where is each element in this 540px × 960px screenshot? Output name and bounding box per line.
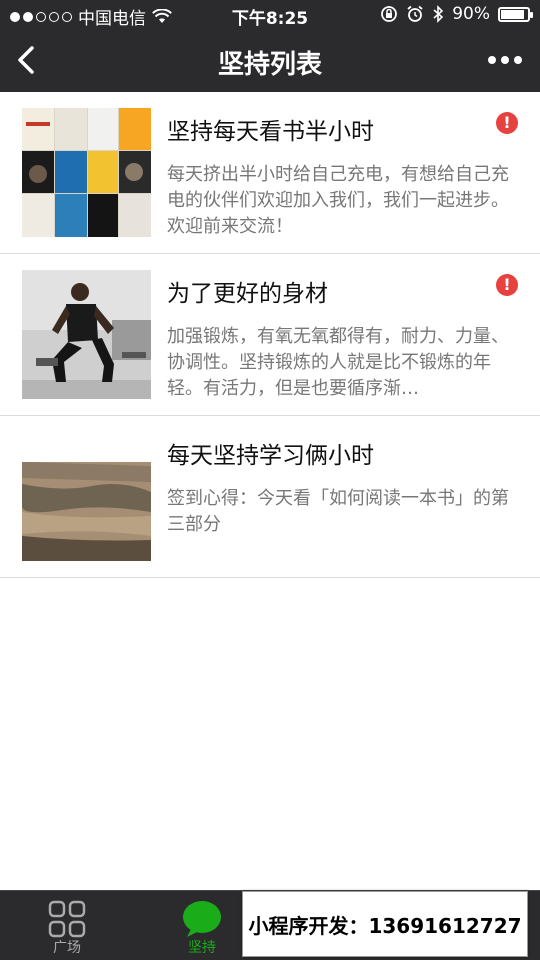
navigation-bar: 坚持列表 (0, 30, 540, 92)
alert-icon: ! (496, 274, 518, 296)
item-title: 坚持每天看书半小时 (167, 119, 374, 145)
item-title: 每天坚持学习俩小时 (167, 443, 374, 469)
list-item[interactable]: 每天坚持学习俩小时 签到心得：今天看「如何阅读一本书」的第三部分 (0, 416, 540, 578)
item-description: 每天挤出半小时给自己充电，有想给自己充电的伙伴们欢迎加入我们，我们一起进步。欢迎… (167, 164, 509, 237)
list-item[interactable]: 为了更好的身材 ! 加强锻炼，有氧无氧都得有，耐力、力量、协调性。坚持锻炼的人就… (0, 254, 540, 416)
orientation-lock-icon (381, 6, 398, 22)
persistence-list: 坚持每天看书半小时 ! 每天挤出半小时给自己充电，有想给自己充电的伙伴们欢迎加入… (0, 92, 540, 578)
top-bar: 中国电信 下午8:25 90% 坚持列表 (0, 0, 540, 92)
alert-icon: ! (496, 112, 518, 134)
fitness-thumbnail (22, 270, 151, 399)
books-thumbnail (22, 108, 151, 237)
page-title: 坚持列表 (217, 50, 322, 80)
item-description: 签到心得：今天看「如何阅读一本书」的第三部分 (167, 488, 509, 535)
alarm-icon (407, 5, 423, 22)
status-bar: 中国电信 下午8:25 90% (0, 0, 540, 30)
tab-square[interactable]: 广场 (7, 891, 127, 960)
more-options-icon[interactable] (488, 56, 522, 64)
grid-icon (48, 900, 86, 938)
item-description: 加强锻炼，有氧无氧都得有，耐力、力量、协调性。坚持锻炼的人就是比不锻炼的年轻。有… (167, 326, 509, 399)
status-right: 90% (380, 4, 533, 24)
canyon-thumbnail (22, 432, 151, 561)
bluetooth-icon (433, 5, 444, 23)
item-title: 为了更好的身材 (167, 281, 328, 307)
list-item[interactable]: 坚持每天看书半小时 ! 每天挤出半小时给自己充电，有想给自己充电的伙伴们欢迎加入… (0, 92, 540, 254)
battery-percent: 90% (452, 4, 490, 24)
battery-icon (498, 6, 533, 22)
promo-banner: 小程序开发：13691612727 (242, 891, 528, 957)
tab-label: 广场 (53, 940, 81, 956)
chat-bubble-icon (183, 901, 221, 937)
battery-fill (501, 9, 525, 19)
